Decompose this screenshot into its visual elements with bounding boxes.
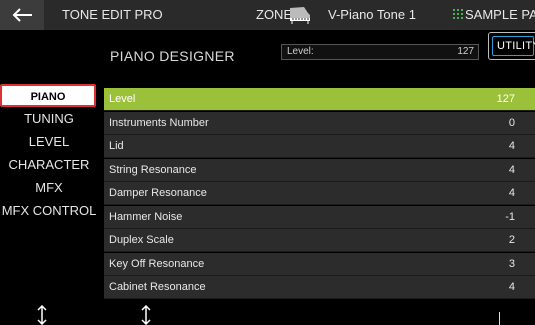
param-name: Lid	[109, 140, 124, 152]
footer-bar	[0, 302, 535, 325]
param-row-damper-resonance[interactable]: Damper Resonance 4	[104, 182, 535, 205]
menu-item-mfx[interactable]: MFX	[0, 176, 98, 199]
level-label: Level:	[287, 46, 314, 57]
utility-button[interactable]: UTILITY	[488, 32, 535, 60]
up-down-arrow-icon[interactable]	[36, 305, 48, 325]
param-name: Hammer Noise	[109, 210, 183, 223]
up-down-arrow-icon[interactable]	[140, 305, 152, 325]
param-name: Key Off Resonance	[109, 257, 205, 270]
param-value: -1	[505, 210, 515, 223]
param-name: Cabinet Resonance	[109, 281, 206, 293]
param-name: Damper Resonance	[109, 187, 207, 199]
param-name: Instruments Number	[109, 116, 209, 129]
menu-item-character[interactable]: CHARACTER	[0, 153, 98, 176]
param-row-cabinet-resonance[interactable]: Cabinet Resonance 4	[104, 276, 535, 299]
piano-icon	[290, 7, 310, 24]
page-title: PIANO DESIGNER	[110, 48, 235, 64]
parameter-list: Level 127 Instruments Number 0 Lid 4 Str…	[104, 88, 535, 300]
param-row-key-off-resonance[interactable]: Key Off Resonance 3	[104, 252, 535, 276]
param-value: 127	[496, 93, 515, 105]
level-value: 127	[457, 46, 474, 57]
back-arrow-icon	[12, 8, 32, 22]
param-value: 4	[508, 187, 515, 199]
section-menu: PIANO DESIGNER TUNING LEVEL CHARACTER MF…	[0, 84, 98, 222]
param-value: 3	[508, 257, 515, 270]
menu-item-tuning[interactable]: TUNING	[0, 107, 98, 130]
sample-pad-button[interactable]: SAMPLE PAD	[465, 7, 535, 22]
header-bar: TONE EDIT PRO ZONE1 V-Piano Tone 1 SAMPL…	[0, 0, 535, 30]
level-display: Level: 127	[281, 44, 479, 60]
param-value: 4	[508, 281, 515, 293]
app-title: TONE EDIT PRO	[62, 7, 163, 22]
param-row-string-resonance[interactable]: String Resonance 4	[104, 158, 535, 182]
param-name: Level	[109, 93, 136, 105]
param-value: 2	[508, 234, 515, 246]
back-button[interactable]	[0, 0, 44, 30]
param-row-lid[interactable]: Lid 4	[104, 135, 535, 158]
tone-name: V-Piano Tone 1	[328, 7, 416, 22]
footer-divider	[499, 312, 500, 325]
utility-label: UTILITY	[497, 40, 535, 52]
param-row-hammer-noise[interactable]: Hammer Noise -1	[104, 205, 535, 229]
menu-item-piano-designer[interactable]: PIANO DESIGNER	[0, 84, 96, 126]
param-name: String Resonance	[109, 163, 197, 176]
menu-item-mfx-control[interactable]: MFX CONTROL	[0, 199, 98, 222]
param-row-duplex-scale[interactable]: Duplex Scale 2	[104, 229, 535, 252]
menu-item-level[interactable]: LEVEL	[0, 130, 98, 153]
param-row-instruments-number[interactable]: Instruments Number 0	[104, 111, 535, 135]
param-name: Duplex Scale	[109, 234, 174, 246]
param-value: 4	[508, 140, 515, 152]
grid-icon	[453, 9, 463, 19]
param-row-level[interactable]: Level 127	[104, 88, 535, 111]
param-value: 4	[508, 163, 515, 176]
param-value: 0	[508, 116, 515, 129]
